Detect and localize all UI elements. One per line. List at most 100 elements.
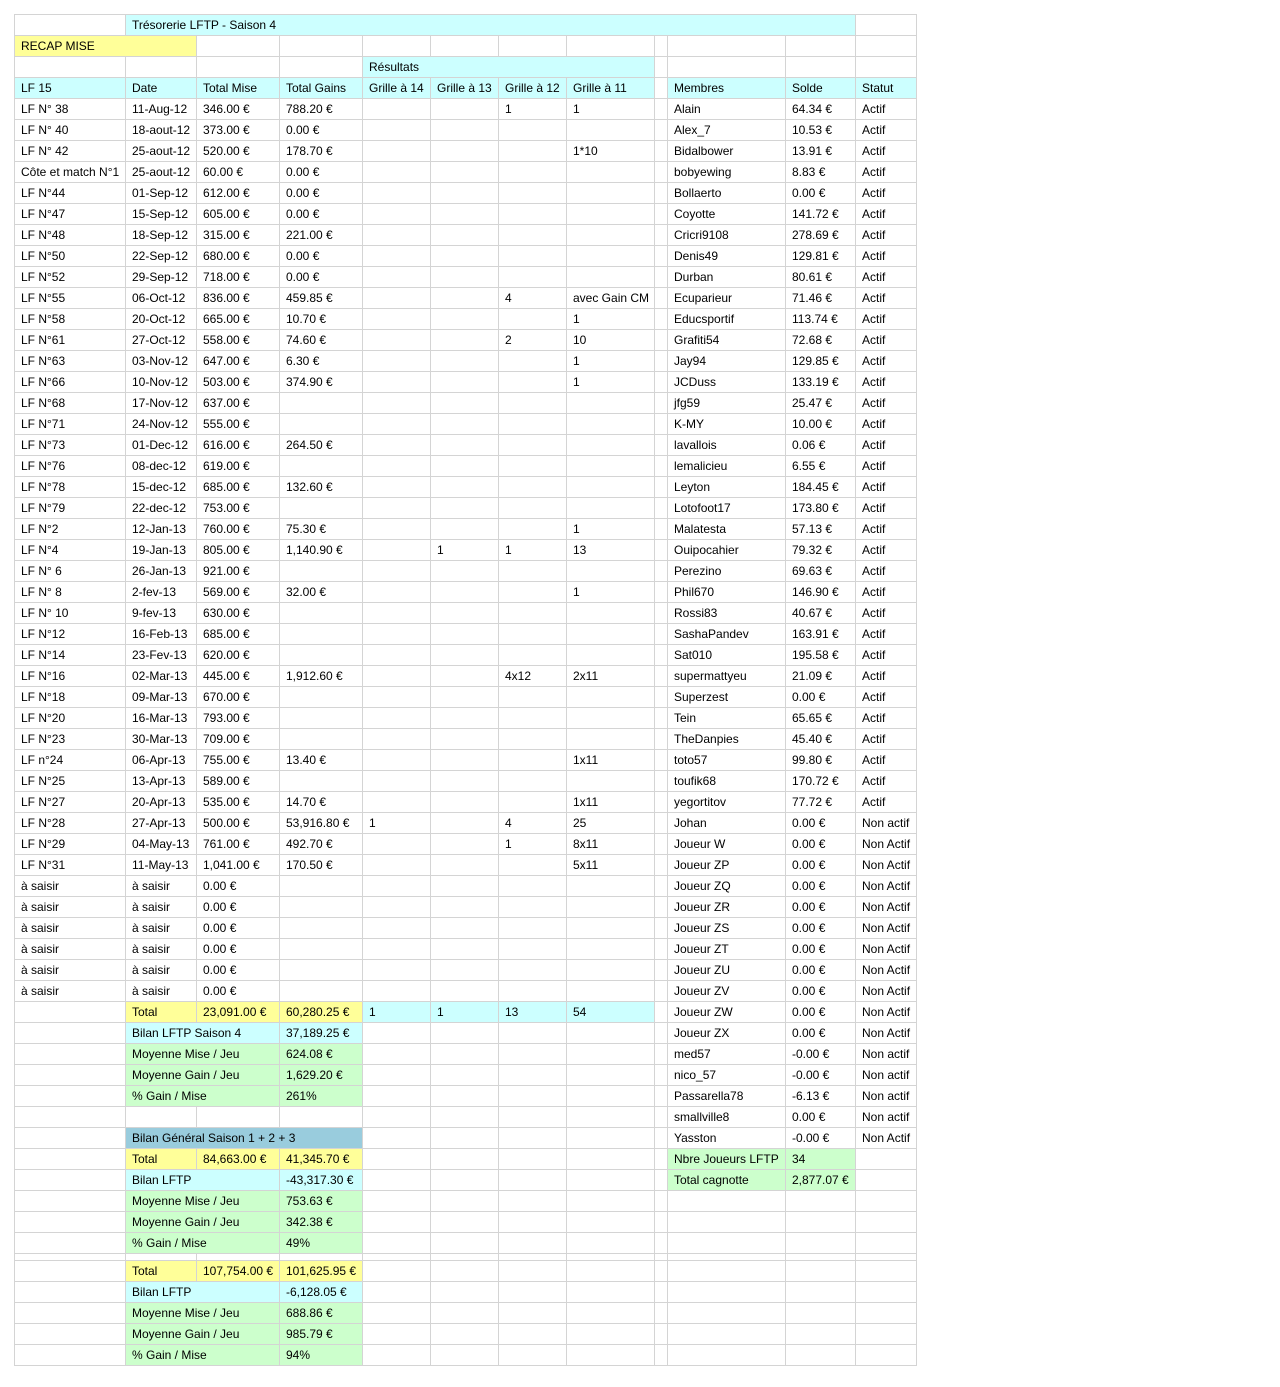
member-column-header[interactable]: Membres (667, 77, 786, 99)
gap-cell[interactable] (654, 938, 668, 960)
game-cell[interactable] (279, 980, 363, 1002)
game-cell[interactable]: 4 (498, 287, 567, 309)
empty-cell[interactable] (196, 56, 280, 78)
empty-cell[interactable] (785, 1211, 856, 1233)
game-cell[interactable] (498, 728, 567, 750)
gap-cell[interactable] (654, 287, 668, 309)
game-cell[interactable] (362, 497, 431, 519)
game-cell[interactable] (362, 413, 431, 435)
member-status[interactable]: Actif (855, 413, 917, 435)
empty-cell[interactable] (14, 1064, 126, 1086)
member-balance[interactable]: 170.72 € (785, 770, 856, 792)
member-name[interactable]: Superzest (667, 686, 786, 708)
empty-cell[interactable] (566, 1302, 655, 1324)
game-cell[interactable] (279, 392, 363, 414)
game-cell[interactable] (362, 770, 431, 792)
game-cell[interactable]: LF N°20 (14, 707, 126, 729)
gap-cell[interactable] (654, 1106, 668, 1128)
member-status[interactable]: Actif (855, 728, 917, 750)
gap-cell[interactable] (654, 35, 668, 57)
game-cell[interactable]: LF N°2 (14, 518, 126, 540)
gap-cell[interactable] (654, 434, 668, 456)
empty-cell[interactable] (566, 35, 655, 57)
member-balance[interactable]: 146.90 € (785, 581, 856, 603)
game-cell[interactable] (430, 308, 499, 330)
empty-cell[interactable] (785, 1190, 856, 1212)
empty-cell[interactable] (855, 1148, 917, 1170)
game-cell[interactable]: 1 (566, 308, 655, 330)
game-cell[interactable] (430, 854, 499, 876)
member-balance[interactable]: 113.74 € (785, 308, 856, 330)
gap-cell[interactable] (654, 518, 668, 540)
game-cell[interactable]: 535.00 € (196, 791, 280, 813)
empty-cell[interactable] (498, 1148, 567, 1170)
game-cell[interactable] (362, 560, 431, 582)
member-status[interactable]: Actif (855, 392, 917, 414)
game-cell[interactable]: à saisir (125, 980, 197, 1002)
empty-cell[interactable] (785, 1302, 856, 1324)
gap-cell[interactable] (654, 350, 668, 372)
total-g11[interactable]: 54 (566, 1001, 655, 1023)
empty-cell[interactable] (14, 1169, 126, 1191)
empty-cell[interactable] (14, 1127, 126, 1149)
game-cell[interactable]: 170.50 € (279, 854, 363, 876)
empty-cell[interactable] (566, 1148, 655, 1170)
game-cell[interactable] (498, 749, 567, 771)
game-cell[interactable]: LF N°4 (14, 539, 126, 561)
bilan-label[interactable]: % Gain / Mise (125, 1085, 280, 1107)
empty-cell[interactable] (14, 1085, 126, 1107)
stat-value[interactable]: 34 (785, 1148, 856, 1170)
empty-cell[interactable] (125, 56, 197, 78)
game-cell[interactable]: 1 (430, 539, 499, 561)
member-balance[interactable]: 0.00 € (785, 1022, 856, 1044)
game-cell[interactable]: 500.00 € (196, 812, 280, 834)
game-cell[interactable] (279, 455, 363, 477)
member-balance[interactable]: 129.81 € (785, 245, 856, 267)
game-cell[interactable]: 2 (498, 329, 567, 351)
sheet-title[interactable]: Trésorerie LFTP - Saison 4 (125, 14, 856, 36)
game-cell[interactable] (566, 392, 655, 414)
game-cell[interactable]: 755.00 € (196, 749, 280, 771)
game-cell[interactable] (566, 686, 655, 708)
game-cell[interactable]: à saisir (125, 896, 197, 918)
empty-cell[interactable] (785, 1323, 856, 1345)
gap-cell[interactable] (654, 791, 668, 813)
game-cell[interactable]: 6.30 € (279, 350, 363, 372)
game-cell[interactable] (430, 665, 499, 687)
game-cell[interactable] (430, 812, 499, 834)
gap-cell[interactable] (654, 1344, 668, 1366)
member-balance[interactable]: 0.00 € (785, 833, 856, 855)
empty-cell[interactable] (498, 1232, 567, 1254)
game-cell[interactable]: LF N°18 (14, 686, 126, 708)
game-cell[interactable]: 01-Sep-12 (125, 182, 197, 204)
game-cell[interactable] (566, 959, 655, 981)
empty-cell[interactable] (362, 1022, 431, 1044)
game-cell[interactable]: 1x11 (566, 791, 655, 813)
game-cell[interactable] (498, 308, 567, 330)
game-cell[interactable]: à saisir (125, 917, 197, 939)
empty-cell[interactable] (667, 1323, 786, 1345)
game-cell[interactable]: LF N°12 (14, 623, 126, 645)
member-status[interactable]: Actif (855, 707, 917, 729)
gap-cell[interactable] (654, 686, 668, 708)
empty-cell[interactable] (566, 1064, 655, 1086)
empty-cell[interactable] (125, 1106, 197, 1128)
game-cell[interactable]: LF N°78 (14, 476, 126, 498)
member-balance[interactable]: 72.68 € (785, 329, 856, 351)
empty-cell[interactable] (785, 1260, 856, 1282)
member-status[interactable]: Actif (855, 686, 917, 708)
game-cell[interactable] (362, 476, 431, 498)
member-balance[interactable]: 10.00 € (785, 413, 856, 435)
member-status[interactable]: Actif (855, 791, 917, 813)
member-balance[interactable]: 69.63 € (785, 560, 856, 582)
game-cell[interactable]: 2x11 (566, 665, 655, 687)
game-cell[interactable]: 1*10 (566, 140, 655, 162)
empty-cell[interactable] (430, 1253, 499, 1261)
bilan-label[interactable]: % Gain / Mise (125, 1344, 280, 1366)
game-cell[interactable]: 27-Oct-12 (125, 329, 197, 351)
empty-cell[interactable] (855, 1302, 917, 1324)
member-column-header[interactable]: Solde (785, 77, 856, 99)
total-g12[interactable]: 13 (498, 1001, 567, 1023)
gap-cell[interactable] (654, 1085, 668, 1107)
game-cell[interactable]: 709.00 € (196, 728, 280, 750)
